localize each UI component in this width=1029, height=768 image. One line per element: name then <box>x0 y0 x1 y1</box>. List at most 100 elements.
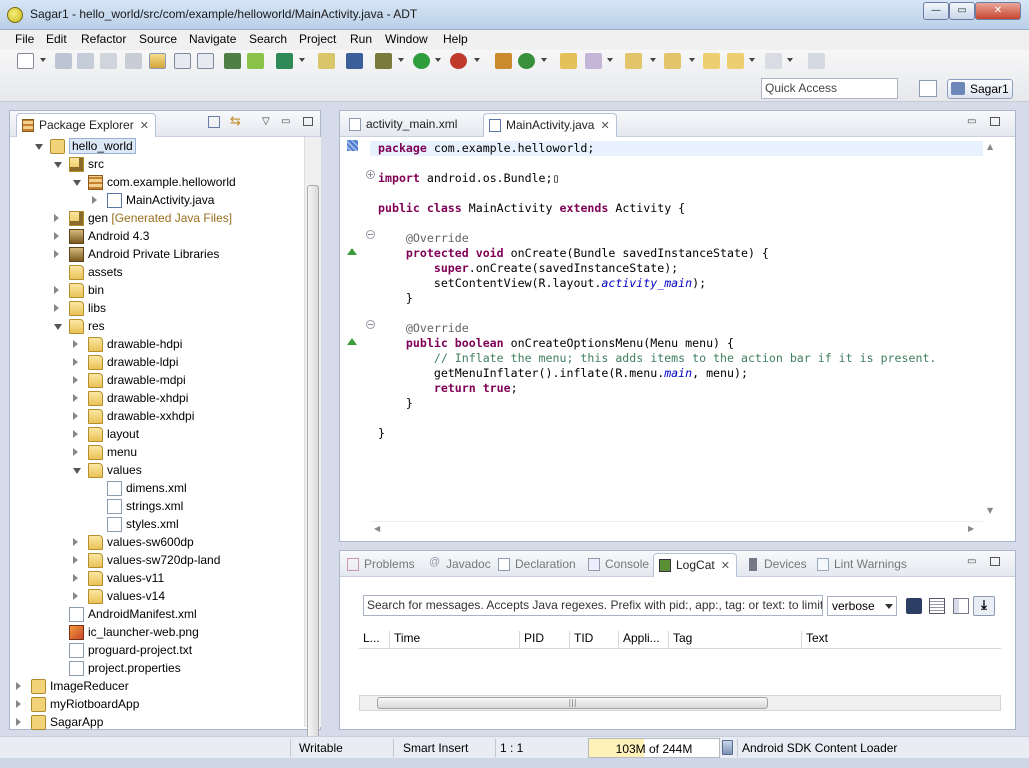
clear-log-icon[interactable] <box>929 598 945 614</box>
tree-item[interactable]: values-v11 <box>10 570 302 588</box>
tree-item[interactable]: values-v14 <box>10 588 302 606</box>
maximize-button[interactable]: ▭ <box>949 2 975 20</box>
tree-item[interactable]: ImageReducer <box>10 678 302 696</box>
tab-declaration[interactable]: Declaration <box>493 553 582 577</box>
save-log-icon[interactable] <box>906 598 922 614</box>
collapsed-arrow-icon[interactable] <box>73 430 78 438</box>
tree-item[interactable]: src <box>10 156 302 174</box>
android-avd-icon[interactable] <box>247 53 264 69</box>
tab-lint-warnings[interactable]: Lint Warnings <box>812 553 913 577</box>
new-dropdown-icon[interactable] <box>40 58 46 62</box>
fold-expand-icon[interactable]: + <box>366 170 375 179</box>
tree-item[interactable]: ic_launcher-web.png <box>10 624 302 642</box>
tab-problems[interactable]: Problems <box>342 553 421 577</box>
forward-dropdown-icon[interactable] <box>787 58 793 62</box>
tree-item[interactable]: strings.xml <box>10 498 302 516</box>
tree-item[interactable]: assets <box>10 264 302 282</box>
quick-access-input[interactable]: Quick Access <box>761 78 898 99</box>
tab-devices[interactable]: Devices <box>742 553 813 577</box>
tab-main-activity-java[interactable]: MainActivity.java ✕ <box>483 113 617 137</box>
collapsed-arrow-icon[interactable] <box>16 718 21 726</box>
column-level[interactable]: L... <box>359 631 380 649</box>
new-class-dropdown-icon[interactable] <box>541 58 547 62</box>
collapsed-arrow-icon[interactable] <box>73 376 78 384</box>
run-external-tool-icon[interactable] <box>450 53 467 69</box>
back-arrow-icon[interactable] <box>727 53 744 69</box>
skip-breakpoints-icon[interactable] <box>346 53 363 69</box>
download-sdk-icon[interactable] <box>224 53 241 69</box>
menu-navigate[interactable]: Navigate <box>189 32 236 46</box>
maximize-icon[interactable] <box>990 117 1000 126</box>
new-android-project-icon[interactable] <box>318 53 335 69</box>
next-annotation-icon[interactable] <box>625 53 642 69</box>
close-icon[interactable]: ✕ <box>600 119 609 132</box>
minimize-icon[interactable]: ▭ <box>967 116 979 128</box>
tree-item[interactable]: proguard-project.txt <box>10 642 302 660</box>
task-check-icon[interactable] <box>276 53 293 69</box>
tree-item[interactable]: gen [Generated Java Files] <box>10 210 302 228</box>
open-perspective-icon[interactable] <box>919 80 937 97</box>
expanded-arrow-icon[interactable] <box>54 162 62 168</box>
collapsed-arrow-icon[interactable] <box>16 700 21 708</box>
code-editor[interactable]: + − − package com.example.helloworld; imp… <box>340 138 1015 541</box>
collapsed-arrow-icon[interactable] <box>73 412 78 420</box>
search-icon[interactable] <box>585 53 602 69</box>
maximize-icon[interactable] <box>990 557 1000 566</box>
tree-item[interactable]: values-sw720dp-land <box>10 552 302 570</box>
back-dropdown-icon[interactable] <box>749 58 755 62</box>
tree-item[interactable]: libs <box>10 300 302 318</box>
garbage-collect-icon[interactable] <box>722 740 733 755</box>
collapsed-arrow-icon[interactable] <box>54 232 59 240</box>
tree-item[interactable]: myRiotboardApp <box>10 696 302 714</box>
expanded-arrow-icon[interactable] <box>35 144 43 150</box>
editor-horizontal-scrollbar[interactable]: ◀ ▶ <box>370 521 983 537</box>
toggle-mark-occurrences-icon[interactable] <box>125 53 142 69</box>
debug-icon[interactable] <box>375 53 392 69</box>
tree-item[interactable]: menu <box>10 444 302 462</box>
tree-item[interactable]: project.properties <box>10 660 302 678</box>
close-icon[interactable]: ✕ <box>140 119 149 132</box>
collapsed-arrow-icon[interactable] <box>73 538 78 546</box>
tree-item[interactable]: com.example.helloworld <box>10 174 302 192</box>
menu-project[interactable]: Project <box>299 32 336 46</box>
menu-source[interactable]: Source <box>139 32 177 46</box>
collapsed-arrow-icon[interactable] <box>73 340 78 348</box>
tree-item[interactable]: AndroidManifest.xml <box>10 606 302 624</box>
scrollbar-thumb[interactable] <box>307 185 319 741</box>
forward-arrow-icon[interactable] <box>765 53 782 69</box>
column-tid[interactable]: TID <box>569 631 593 649</box>
run-dropdown-icon[interactable] <box>435 58 441 62</box>
collapsed-arrow-icon[interactable] <box>54 214 59 222</box>
column-pid[interactable]: PID <box>519 631 544 649</box>
run-icon[interactable] <box>413 53 430 69</box>
collapsed-arrow-icon[interactable] <box>73 592 78 600</box>
fold-collapse-icon[interactable]: − <box>366 320 375 329</box>
toggle-highlight-icon[interactable] <box>149 53 166 69</box>
fold-collapse-icon[interactable]: − <box>366 230 375 239</box>
scrollbar-thumb[interactable]: ||| <box>377 697 768 709</box>
collapsed-arrow-icon[interactable] <box>92 196 97 204</box>
menu-window[interactable]: Window <box>385 32 428 46</box>
paragraph-icon[interactable] <box>197 53 214 69</box>
tree-item[interactable]: styles.xml <box>10 516 302 534</box>
tree-item[interactable]: values-sw600dp <box>10 534 302 552</box>
link-with-editor-icon[interactable]: ⇆ <box>230 114 242 129</box>
toggle-filters-panel-icon[interactable] <box>953 598 969 614</box>
last-edit-location-icon[interactable] <box>703 53 720 69</box>
maximize-icon[interactable] <box>303 117 313 126</box>
expanded-arrow-icon[interactable] <box>73 468 81 474</box>
menu-edit[interactable]: Edit <box>46 32 67 46</box>
view-menu-icon[interactable]: ▽ <box>262 116 274 128</box>
next-annotation-dropdown-icon[interactable] <box>650 58 656 62</box>
scroll-lock-icon[interactable]: ⤓ <box>973 596 995 616</box>
collapsed-arrow-icon[interactable] <box>73 574 78 582</box>
pin-editor-icon[interactable] <box>808 53 825 69</box>
search-dropdown-icon[interactable] <box>607 58 613 62</box>
close-icon[interactable]: ✕ <box>721 559 730 572</box>
window-title-bar[interactable]: Sagar1 - hello_world/src/com/example/hel… <box>0 0 1029 30</box>
tree-item[interactable]: values <box>10 462 302 480</box>
previous-annotation-dropdown-icon[interactable] <box>689 58 695 62</box>
logcat-horizontal-scrollbar[interactable]: ||| <box>359 695 1001 711</box>
tree-item[interactable]: dimens.xml <box>10 480 302 498</box>
minimize-icon[interactable]: ▭ <box>967 556 979 568</box>
